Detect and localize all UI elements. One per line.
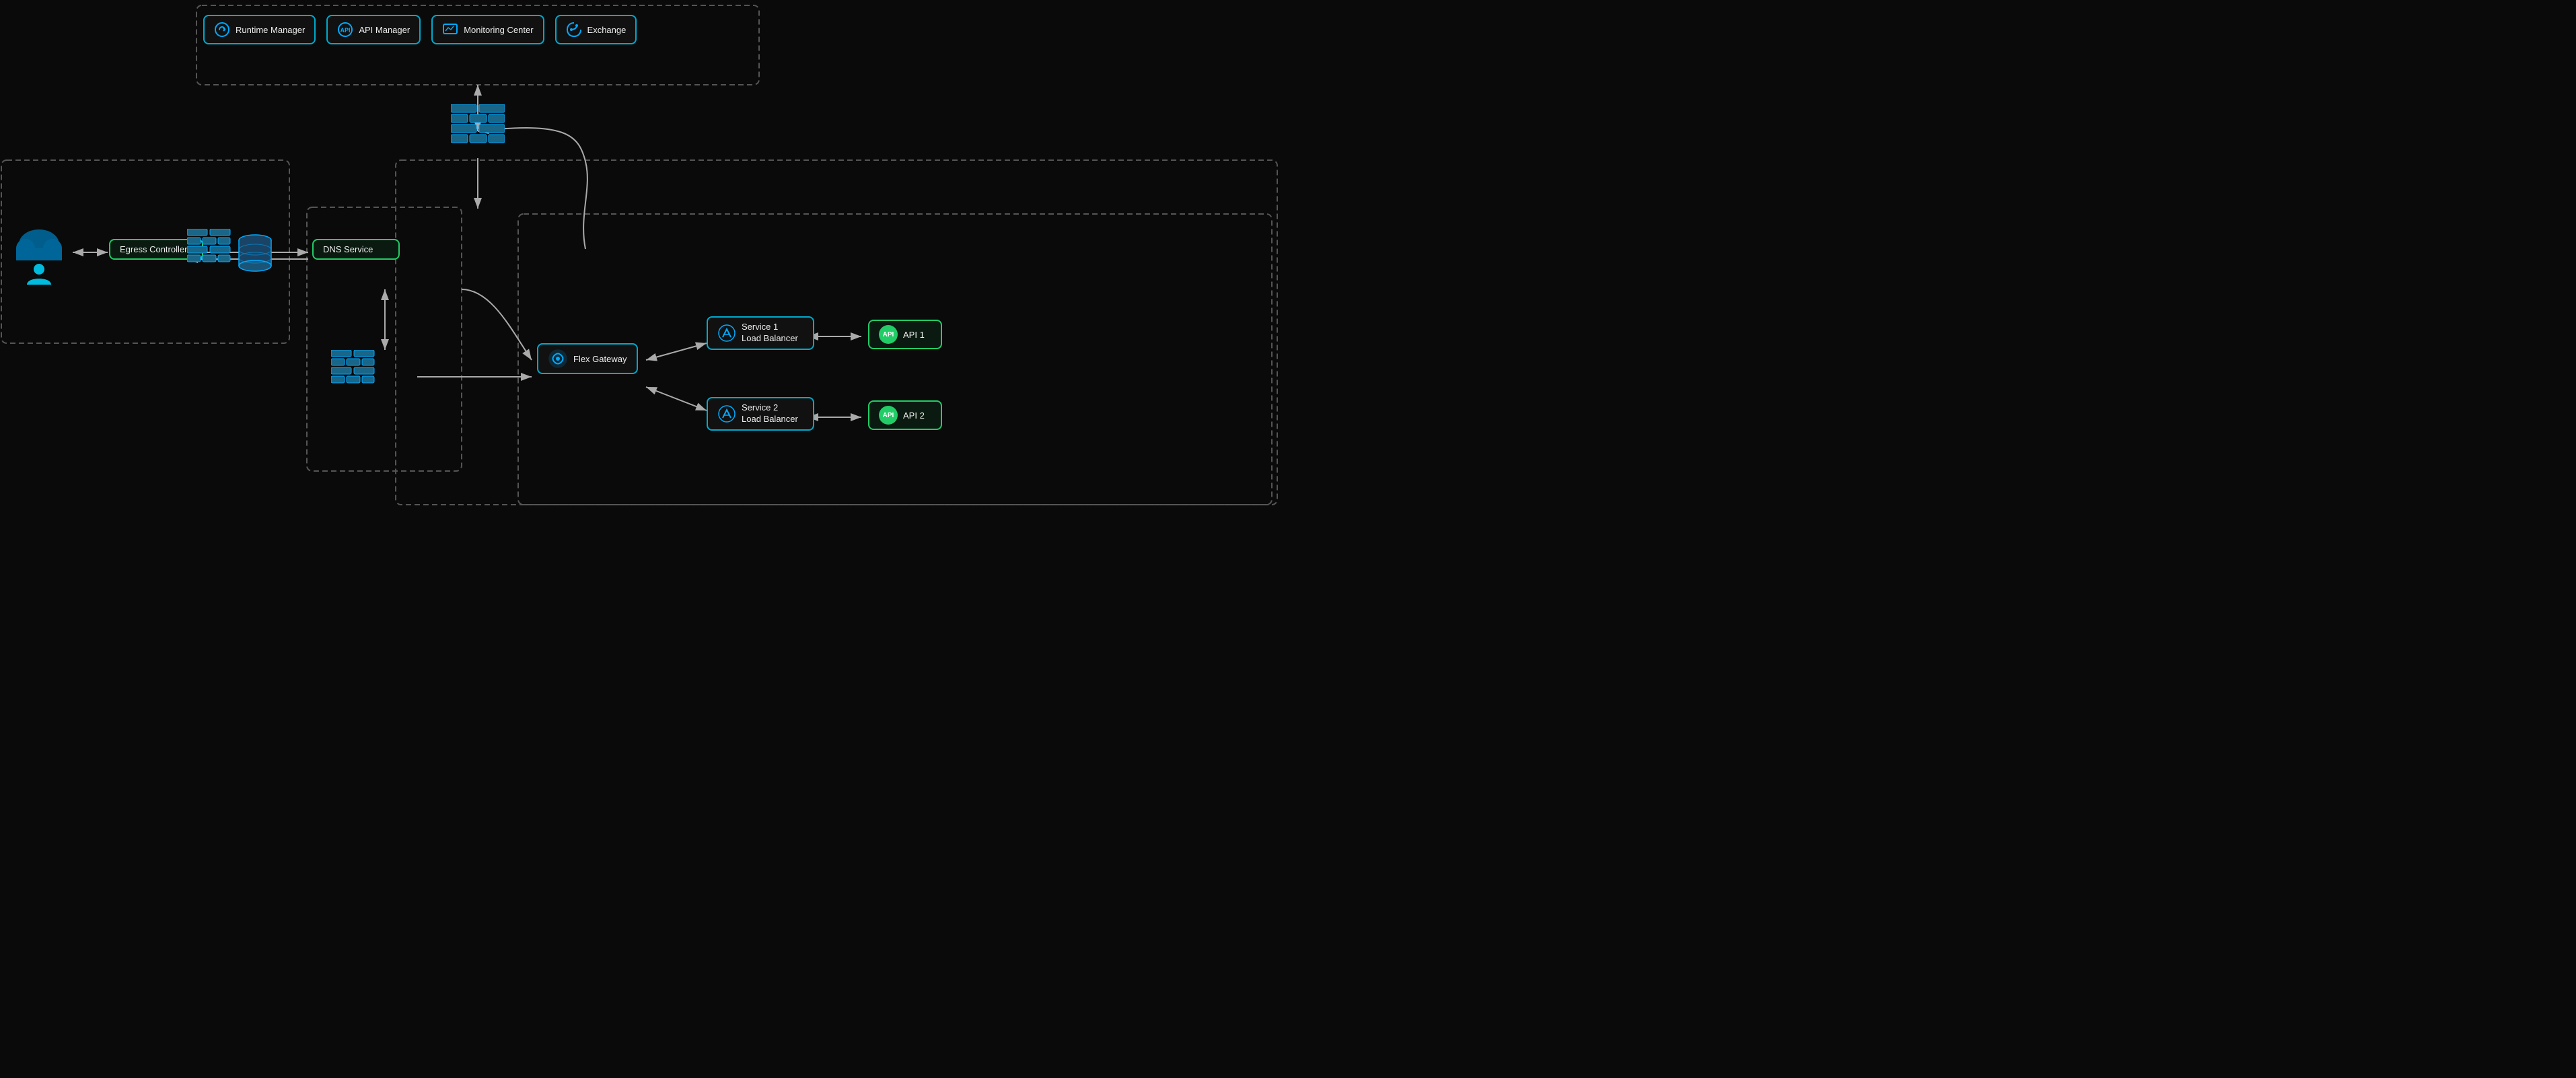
cloud-user-icon (12, 225, 66, 286)
flex-gateway-label: Flex Gateway (573, 354, 627, 364)
runtime-icon (214, 22, 230, 38)
api-manager-icon: API (337, 22, 353, 38)
cloud-user-group (12, 225, 66, 289)
diagram-container: Runtime Manager API API Manager Monitori… (0, 0, 1288, 539)
firewall-top-icon (451, 104, 505, 151)
exchange-label: Exchange (587, 25, 627, 35)
service1-box: Service 1 Load Balancer (707, 316, 814, 350)
service2-label: Service 2 Load Balancer (742, 402, 798, 425)
api1-box: API API 1 (868, 320, 942, 349)
dns-service-label: DNS Service (323, 244, 373, 254)
api2-box: API API 2 (868, 400, 942, 430)
exchange-icon (566, 22, 582, 38)
flex-gateway-box: Flex Gateway (537, 343, 638, 374)
cylinder-connector (237, 233, 274, 277)
svg-text:API: API (341, 27, 351, 34)
firewall-dns (331, 350, 375, 394)
api-manager-item[interactable]: API API Manager (326, 15, 421, 44)
firewall-dns-icon (331, 350, 375, 390)
exchange-item[interactable]: Exchange (555, 15, 637, 44)
flex-gateway-icon (548, 349, 568, 369)
firewall-egress (187, 229, 231, 273)
dns-service-box: DNS Service (312, 239, 400, 260)
control-plane-bar: Runtime Manager API API Manager Monitori… (203, 15, 637, 44)
api1-label: API 1 (903, 330, 925, 340)
api1-badge: API (879, 325, 898, 344)
egress-controller-label: Egress Controller (120, 244, 187, 254)
api2-badge: API (879, 406, 898, 425)
api2-label: API 2 (903, 410, 925, 421)
service2-box: Service 2 Load Balancer (707, 397, 814, 431)
firewall-top (451, 104, 505, 155)
service2-icon (717, 404, 736, 423)
monitoring-center-item[interactable]: Monitoring Center (431, 15, 544, 44)
service1-label: Service 1 Load Balancer (742, 322, 798, 345)
firewall-egress-icon (187, 229, 231, 269)
runtime-manager-label: Runtime Manager (236, 25, 305, 35)
runtime-manager-item[interactable]: Runtime Manager (203, 15, 316, 44)
cylinder-icon (237, 233, 274, 274)
api-manager-label: API Manager (359, 25, 410, 35)
service1-icon (717, 324, 736, 343)
monitoring-center-label: Monitoring Center (464, 25, 533, 35)
monitoring-icon (442, 22, 458, 38)
